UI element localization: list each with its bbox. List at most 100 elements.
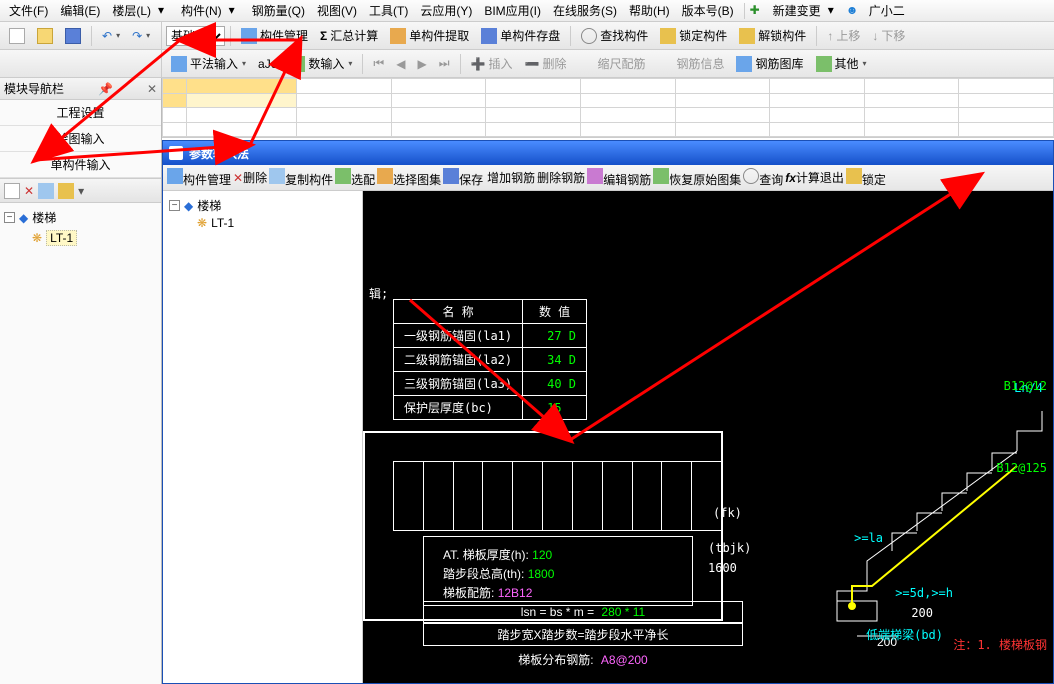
win-copy-component-button[interactable]: 复制构件 — [269, 168, 333, 188]
win-calc-exit-button[interactable]: fx计算退出 — [785, 169, 844, 186]
edit-icon — [587, 168, 603, 184]
nav-next-button[interactable]: ▶ — [412, 53, 431, 75]
lock-component-button[interactable]: 锁定构件 — [655, 23, 732, 48]
mini-new-icon[interactable] — [4, 183, 20, 199]
pingfa-input-button[interactable]: 平法输入▾ — [166, 51, 251, 76]
grid-table[interactable] — [162, 78, 1054, 137]
scale-rebar-button[interactable]: 缩尺配筋 — [573, 51, 650, 76]
copy-icon — [269, 168, 285, 184]
collapse-icon[interactable]: − — [169, 200, 180, 211]
nav-first-button[interactable]: ⏮ — [368, 52, 389, 75]
search-icon — [581, 28, 597, 44]
win-restore-atlas-button[interactable]: 恢复原始图集 — [653, 168, 741, 188]
dim-1600: 1600 — [708, 561, 737, 575]
tree-root-label: 楼梯 — [32, 209, 56, 226]
save-file-button[interactable] — [60, 24, 86, 48]
win-query-button[interactable]: 查询 — [743, 168, 783, 188]
menu-file[interactable]: 文件(F) — [4, 0, 53, 21]
nav-draw-input[interactable]: 绘图输入 — [0, 126, 161, 152]
find-component-button[interactable]: 查找构件 — [576, 23, 653, 48]
window-titlebar[interactable]: 参数输入法 — [163, 141, 1053, 165]
right-area: 参数输入法 构件管理 ✕删除 复制构件 选配 选择图集 保存 增加钢筋 删除钢筋… — [162, 78, 1054, 684]
dropdown-icon[interactable]: ▾ — [828, 3, 844, 19]
nav-prev-button[interactable]: ◀ — [391, 53, 410, 75]
win-component-manager-button[interactable]: 构件管理 — [167, 168, 231, 188]
assistant-icon[interactable]: ☻ — [846, 3, 862, 19]
menu-view[interactable]: 视图(V) — [312, 0, 362, 21]
nav-single-input[interactable]: 单构件输入 — [0, 152, 161, 178]
menu-bim[interactable]: BIM应用(I) — [479, 0, 546, 21]
ale-button[interactable]: aJe — [253, 53, 282, 75]
new-file-button[interactable] — [4, 24, 30, 48]
component-manager-button[interactable]: 构件管理 — [236, 23, 313, 48]
menu-tool[interactable]: 工具(T) — [364, 0, 413, 21]
newchange-icon[interactable]: ✚ — [750, 3, 766, 19]
rebar-info-button[interactable]: 钢筋信息 — [652, 51, 729, 76]
pin-icon[interactable]: 📌 — [98, 82, 113, 96]
mini-paste-icon[interactable] — [58, 183, 74, 199]
wtree-child[interactable]: ❋ LT-1 — [197, 216, 356, 230]
toolbar-left-small: ↶▾ ↷▾ — [0, 22, 162, 50]
fx-icon: fx — [785, 171, 796, 185]
move-down-button[interactable]: ↓下移 — [867, 23, 910, 48]
move-up-button[interactable]: ↑上移 — [822, 23, 865, 48]
param-row-value: 15 — [523, 396, 587, 420]
nav-last-button[interactable]: ⏭ — [434, 52, 455, 75]
nav-project-setting[interactable]: 工程设置 — [0, 100, 161, 126]
cad-label-h: 辑; — [369, 285, 388, 302]
menu-cloud[interactable]: 云应用(Y) — [415, 0, 477, 21]
menu-version[interactable]: 版本号(B) — [677, 0, 739, 21]
menu-online[interactable]: 在线服务(S) — [548, 0, 622, 21]
menu-component[interactable]: 构件(N) — [176, 0, 227, 21]
collapse-icon[interactable]: − — [4, 212, 15, 223]
menu-assistant[interactable]: 广小二 — [864, 0, 910, 21]
open-file-button[interactable] — [32, 24, 58, 48]
menu-rebar[interactable]: 钢筋量(Q) — [247, 0, 310, 21]
g5d-label: >=5d,>=h — [895, 586, 953, 600]
mini-delete-icon[interactable]: ✕ — [24, 184, 34, 198]
delete-button[interactable]: ➖删除 — [519, 51, 571, 76]
mini-copy-icon[interactable] — [38, 183, 54, 199]
menu-newchange[interactable]: 新建变更 — [768, 0, 826, 21]
tree-child[interactable]: ❋ LT-1 — [32, 228, 157, 248]
other-button[interactable]: 其他▾ — [811, 51, 872, 76]
delete-icon: ✕ — [233, 171, 243, 185]
wtree-root[interactable]: − ◆ 楼梯 — [169, 197, 356, 214]
close-panel-button[interactable]: ✕ — [147, 82, 157, 96]
rebar-lib-button[interactable]: 钢筋图库 — [731, 51, 808, 76]
param-row-value: 27 D — [523, 324, 587, 348]
tree-root[interactable]: − ◆ 楼梯 — [4, 207, 157, 228]
menu-floor[interactable]: 楼层(L) — [107, 0, 156, 21]
win-choose-atlas-button[interactable]: 选择图集 — [377, 168, 441, 188]
insert-button[interactable]: ➕插入 — [466, 51, 518, 76]
menu-edit[interactable]: 编辑(E) — [55, 0, 105, 21]
win-lock-button[interactable]: 锁定 — [846, 168, 886, 188]
input-method-button[interactable]: 数输入▾ — [284, 51, 357, 76]
floor-select[interactable]: 基础层 — [166, 26, 225, 46]
win-add-rebar-button[interactable]: 增加钢筋 — [487, 169, 535, 186]
win-save-button[interactable]: 保存 — [443, 168, 483, 188]
unlock-component-button[interactable]: 解锁构件 — [734, 23, 811, 48]
win-delete-button[interactable]: ✕删除 — [233, 169, 267, 186]
dim-fk: (fk) — [713, 506, 742, 520]
dropdown-icon[interactable]: ▾ — [229, 3, 245, 19]
mini-dropdown-icon[interactable]: ▾ — [78, 184, 84, 198]
sum-calc-button[interactable]: Σ汇总计算 — [315, 23, 383, 48]
undo-button[interactable]: ↶▾ — [97, 25, 125, 47]
window-content: − ◆ 楼梯 ❋ LT-1 辑; 名 称数 值 一级钢筋锚固(la1)27 D … — [163, 191, 1053, 683]
single-save-button[interactable]: 单构件存盘 — [476, 23, 565, 48]
param-header-name: 名 称 — [394, 300, 523, 324]
tread-formula-box: 踏步宽X踏步数=踏步段水平净长 — [423, 623, 743, 646]
win-del-rebar-button[interactable]: 删除钢筋 — [537, 169, 585, 186]
nav-list: 工程设置 绘图输入 单构件输入 — [0, 100, 161, 179]
item-icon: ❋ — [32, 231, 42, 245]
single-extract-button[interactable]: 单构件提取 — [385, 23, 474, 48]
menu-help[interactable]: 帮助(H) — [624, 0, 675, 21]
win-edit-rebar-button[interactable]: 编辑钢筋 — [587, 168, 651, 188]
redo-button[interactable]: ↷▾ — [127, 25, 155, 47]
left-panel: 模块导航栏 📌 ✕ 工程设置 绘图输入 单构件输入 ✕ ▾ − ◆ 楼梯 ❋ L… — [0, 78, 162, 684]
menubar: 文件(F) 编辑(E) 楼层(L) ▾ 构件(N) ▾ 钢筋量(Q) 视图(V)… — [0, 0, 1054, 22]
cad-viewport[interactable]: 辑; 名 称数 值 一级钢筋锚固(la1)27 D 二级钢筋锚固(la2)34 … — [363, 191, 1053, 683]
win-select-button[interactable]: 选配 — [335, 168, 375, 188]
dropdown-icon[interactable]: ▾ — [158, 3, 174, 19]
